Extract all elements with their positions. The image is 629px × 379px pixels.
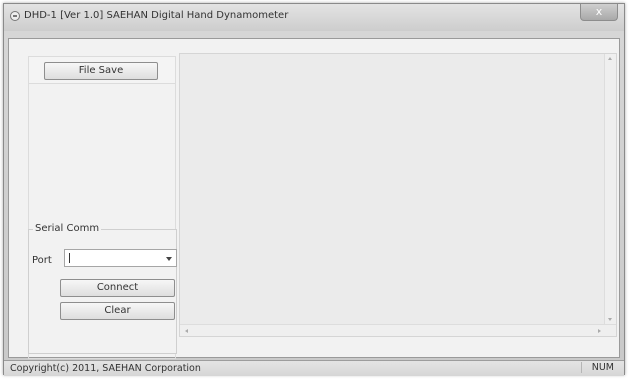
main-window: DHD-1 [Ver 1.0] SAEHAN Digital Hand Dyna… — [3, 3, 625, 376]
serial-comm-label: Serial Comm — [33, 223, 102, 234]
file-save-button[interactable]: File Save — [44, 62, 158, 80]
text-caret — [69, 253, 70, 263]
client-area: File Save Serial Comm Port Connect Clear — [8, 38, 620, 359]
scroll-down-icon[interactable] — [608, 318, 612, 321]
window-title: DHD-1 [Ver 1.0] SAEHAN Digital Hand Dyna… — [24, 10, 289, 21]
close-button[interactable]: x — [580, 4, 618, 21]
close-icon: x — [595, 5, 603, 18]
app-icon[interactable] — [10, 11, 20, 21]
connect-button[interactable]: Connect — [60, 279, 175, 297]
copyright-text: Copyright(c) 2011, SAEHAN Corporation — [10, 363, 201, 374]
scroll-right-icon[interactable] — [598, 329, 601, 333]
status-bar: Copyright(c) 2011, SAEHAN Corporation NU… — [4, 360, 624, 376]
num-lock-indicator: NUM — [580, 362, 614, 373]
clear-button[interactable]: Clear — [60, 302, 175, 320]
scroll-left-icon[interactable] — [185, 329, 188, 333]
port-select[interactable] — [64, 249, 177, 267]
horizontal-scrollbar[interactable] — [180, 324, 616, 336]
vertical-scrollbar[interactable] — [604, 54, 616, 336]
title-bar[interactable]: DHD-1 [Ver 1.0] SAEHAN Digital Hand Dyna… — [4, 4, 624, 31]
port-label: Port — [32, 255, 52, 266]
scroll-up-icon[interactable] — [608, 57, 612, 60]
chevron-down-icon[interactable] — [166, 257, 172, 261]
data-display-area[interactable] — [179, 53, 617, 337]
